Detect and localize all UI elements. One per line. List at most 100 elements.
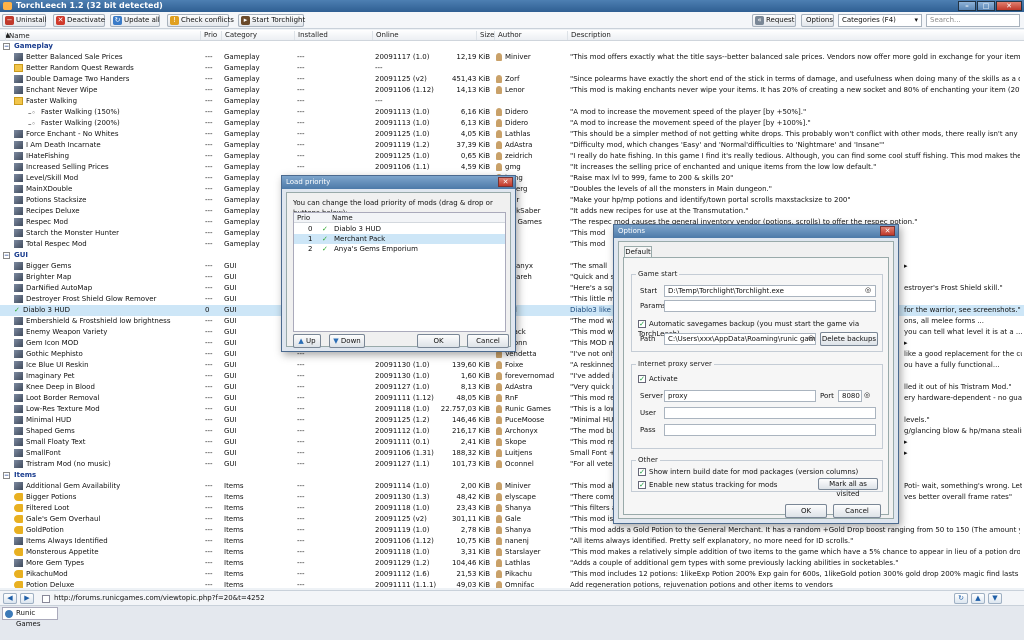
table-row[interactable]: Better Balanced Sale Prices --- Gameplay --… bbox=[0, 52, 1024, 63]
pass-field[interactable] bbox=[664, 424, 876, 436]
category-select[interactable]: Categories (F4) ▾ bbox=[838, 14, 922, 27]
table-row[interactable]: Increased Selling Prices --- Gameplay --- 20… bbox=[0, 162, 1024, 173]
priority-item[interactable]: 1 ✓ Merchant Pack bbox=[294, 234, 505, 244]
table-row[interactable]: IHateFishing --- Gameplay --- 20091125 (1.0)… bbox=[0, 151, 1024, 162]
table-row[interactable]: –◦ Faster Walking (150%) --- Gameplay --- 200… bbox=[0, 107, 1024, 118]
size-cell: 12,19 KiB bbox=[456, 53, 490, 61]
deactivate-button[interactable]: ✕ Deactivate bbox=[53, 14, 105, 27]
category-cell: Gameplay bbox=[224, 119, 260, 127]
check-conflicts-button[interactable]: ! Check conflicts bbox=[167, 14, 234, 27]
delete-backups-button[interactable]: Delete backups bbox=[820, 332, 878, 346]
size-cell: 104,46 KiB bbox=[451, 559, 490, 567]
col-size[interactable]: Size bbox=[476, 31, 494, 40]
up-button[interactable]: ▲ bbox=[971, 593, 985, 604]
mod-name: Minimal HUD bbox=[26, 416, 72, 424]
table-row[interactable]: Force Enchant - No Whites --- Gameplay --- 2… bbox=[0, 129, 1024, 140]
table-row[interactable]: Potion Deluxe --- Items --- 20091111 (1.1.1)… bbox=[0, 580, 1024, 588]
author-name: Shanya bbox=[505, 526, 532, 534]
options-cancel-button[interactable]: Cancel bbox=[833, 504, 881, 518]
move-up-button[interactable]: ▲ Up bbox=[293, 334, 321, 348]
col-category[interactable]: Category bbox=[221, 31, 257, 40]
col-author[interactable]: Author bbox=[494, 31, 522, 40]
options-ok-button[interactable]: OK bbox=[785, 504, 827, 518]
col-installed[interactable]: Installed bbox=[294, 31, 328, 40]
activate-checkbox[interactable]: ✓ Activate bbox=[638, 374, 678, 384]
prio-cell: --- bbox=[205, 152, 213, 160]
priority-mod-name: Merchant Pack bbox=[334, 235, 386, 243]
start-torchlight-button[interactable]: ▸ Start Torchlight bbox=[238, 14, 305, 27]
minimize-button[interactable]: – bbox=[958, 1, 976, 11]
load-priority-ok-button[interactable]: OK bbox=[417, 334, 460, 348]
table-row[interactable]: Items Always Identified --- Items --- 200911… bbox=[0, 536, 1024, 547]
installed-cell: --- bbox=[297, 383, 305, 391]
table-row[interactable]: GoldPotion --- Items --- 20091119 (1.0) 2,78 … bbox=[0, 525, 1024, 536]
category-cell: GUI bbox=[224, 361, 237, 369]
author-name: Miniver bbox=[505, 482, 531, 490]
request-button[interactable]: «Request bbox=[752, 14, 796, 27]
options-close-button[interactable]: ✕ bbox=[880, 226, 895, 236]
table-row[interactable]: −Faster Walking --- Gameplay --- --- bbox=[0, 96, 1024, 107]
update-all-button[interactable]: ↻ Update all bbox=[110, 14, 160, 27]
user-icon bbox=[496, 526, 502, 534]
mod-name: Tristram Mod (no music) bbox=[26, 460, 111, 468]
user-field[interactable] bbox=[664, 407, 876, 419]
activate-check-icon: ✓ bbox=[638, 375, 646, 383]
backup-path-field[interactable]: C:\Users\xxx\AppData\Roaming\runic games… bbox=[664, 333, 816, 345]
installed-cell: --- bbox=[297, 482, 305, 490]
table-row[interactable]: I Am Death Incarnate --- Gameplay --- 200911… bbox=[0, 140, 1024, 151]
col-prio[interactable]: Prio bbox=[200, 31, 217, 40]
show-build-checkbox[interactable]: ✓ Show intern build date for mod packages… bbox=[638, 467, 878, 477]
start-path-field[interactable]: D:\Temp\Torchlight\Torchlight.exe bbox=[664, 285, 876, 297]
options-button[interactable]: Options bbox=[801, 14, 834, 27]
size-cell: 49,03 KiB bbox=[456, 581, 490, 588]
maximize-button[interactable]: □ bbox=[977, 1, 995, 11]
forward-button[interactable]: ▶ bbox=[20, 593, 34, 604]
priority-number: 2 bbox=[308, 245, 313, 253]
move-down-button[interactable]: ▼ Down bbox=[329, 334, 365, 348]
table-row[interactable]: Monsterous Appetite --- Items --- 20091118 (… bbox=[0, 547, 1024, 558]
priority-item[interactable]: 2 ✓ Anya's Gems Emporium bbox=[294, 244, 505, 254]
collapse-toggle[interactable]: − bbox=[3, 252, 10, 259]
table-row[interactable]: –◦ Faster Walking (200%) --- Gameplay --- 200… bbox=[0, 118, 1024, 129]
status-tracking-checkbox[interactable]: ✓ Enable new status tracking for mods bbox=[638, 480, 777, 490]
tab-runic-games[interactable]: Runic Games bbox=[2, 607, 58, 628]
mark-all-visited-button[interactable]: Mark all as visited bbox=[818, 478, 878, 498]
params-field[interactable] bbox=[664, 300, 876, 312]
table-row[interactable]: Double Damage Two Handers --- Gameplay --- 2… bbox=[0, 74, 1024, 85]
browse-path-icon[interactable]: ◎ bbox=[808, 334, 814, 342]
browse-start-icon[interactable]: ◎ bbox=[865, 286, 871, 294]
url-field[interactable]: http://forums.runicgames.com/viewtopic.p… bbox=[40, 593, 640, 604]
server-field[interactable]: proxy bbox=[664, 390, 816, 402]
back-button[interactable]: ◀ bbox=[3, 593, 17, 604]
description-overflow: ons, all melee forms ... bbox=[904, 316, 1022, 327]
search-input[interactable]: Search... bbox=[926, 14, 1020, 27]
user-icon bbox=[496, 163, 502, 171]
collapse-toggle[interactable]: − bbox=[3, 43, 10, 50]
priority-item[interactable]: 0 ✓ Diablo 3 HUD bbox=[294, 224, 505, 234]
col-name[interactable]: Name ▲ bbox=[2, 31, 198, 41]
priority-list[interactable]: Prio Name 0 ✓ Diablo 3 HUD 1 ✓ Merchant Pack 2… bbox=[293, 212, 506, 332]
category-cell: GUI bbox=[224, 372, 237, 380]
port-field[interactable]: 8080 bbox=[838, 390, 862, 402]
table-row[interactable]: PikachuMod --- Items --- 20091112 (1.6) 21,53… bbox=[0, 569, 1024, 580]
col-description[interactable]: Description bbox=[567, 31, 611, 40]
mod-name: More Gem Types bbox=[26, 559, 85, 567]
down-button[interactable]: ▼ bbox=[988, 593, 1002, 604]
port-stepper-icon[interactable]: ◎ bbox=[864, 391, 870, 399]
prio-cell: --- bbox=[205, 526, 213, 534]
uninstall-button[interactable]: − Uninstall bbox=[2, 14, 47, 27]
table-row[interactable]: More Gem Types --- Items --- 20091129 (1.2) 1… bbox=[0, 558, 1024, 569]
mod-name: Shaped Gems bbox=[26, 427, 75, 435]
col-online[interactable]: Online bbox=[372, 31, 399, 40]
table-row[interactable]: +Better Random Quest Rewards --- Gameplay -… bbox=[0, 63, 1024, 74]
mod-name-cell: Double Damage Two Handers bbox=[14, 74, 196, 85]
close-button[interactable]: ✕ bbox=[996, 1, 1022, 11]
collapse-toggle[interactable]: − bbox=[3, 472, 10, 479]
prio-cell: --- bbox=[205, 504, 213, 512]
load-priority-cancel-button[interactable]: Cancel bbox=[467, 334, 509, 348]
load-priority-close-button[interactable]: ✕ bbox=[498, 177, 513, 187]
refresh-button[interactable]: ↻ bbox=[954, 593, 968, 604]
table-row[interactable]: Enchant Never Wipe --- Gameplay --- 20091106… bbox=[0, 85, 1024, 96]
group-header[interactable]: − Gameplay bbox=[0, 41, 1024, 52]
author-cell: Shanya bbox=[496, 525, 566, 536]
